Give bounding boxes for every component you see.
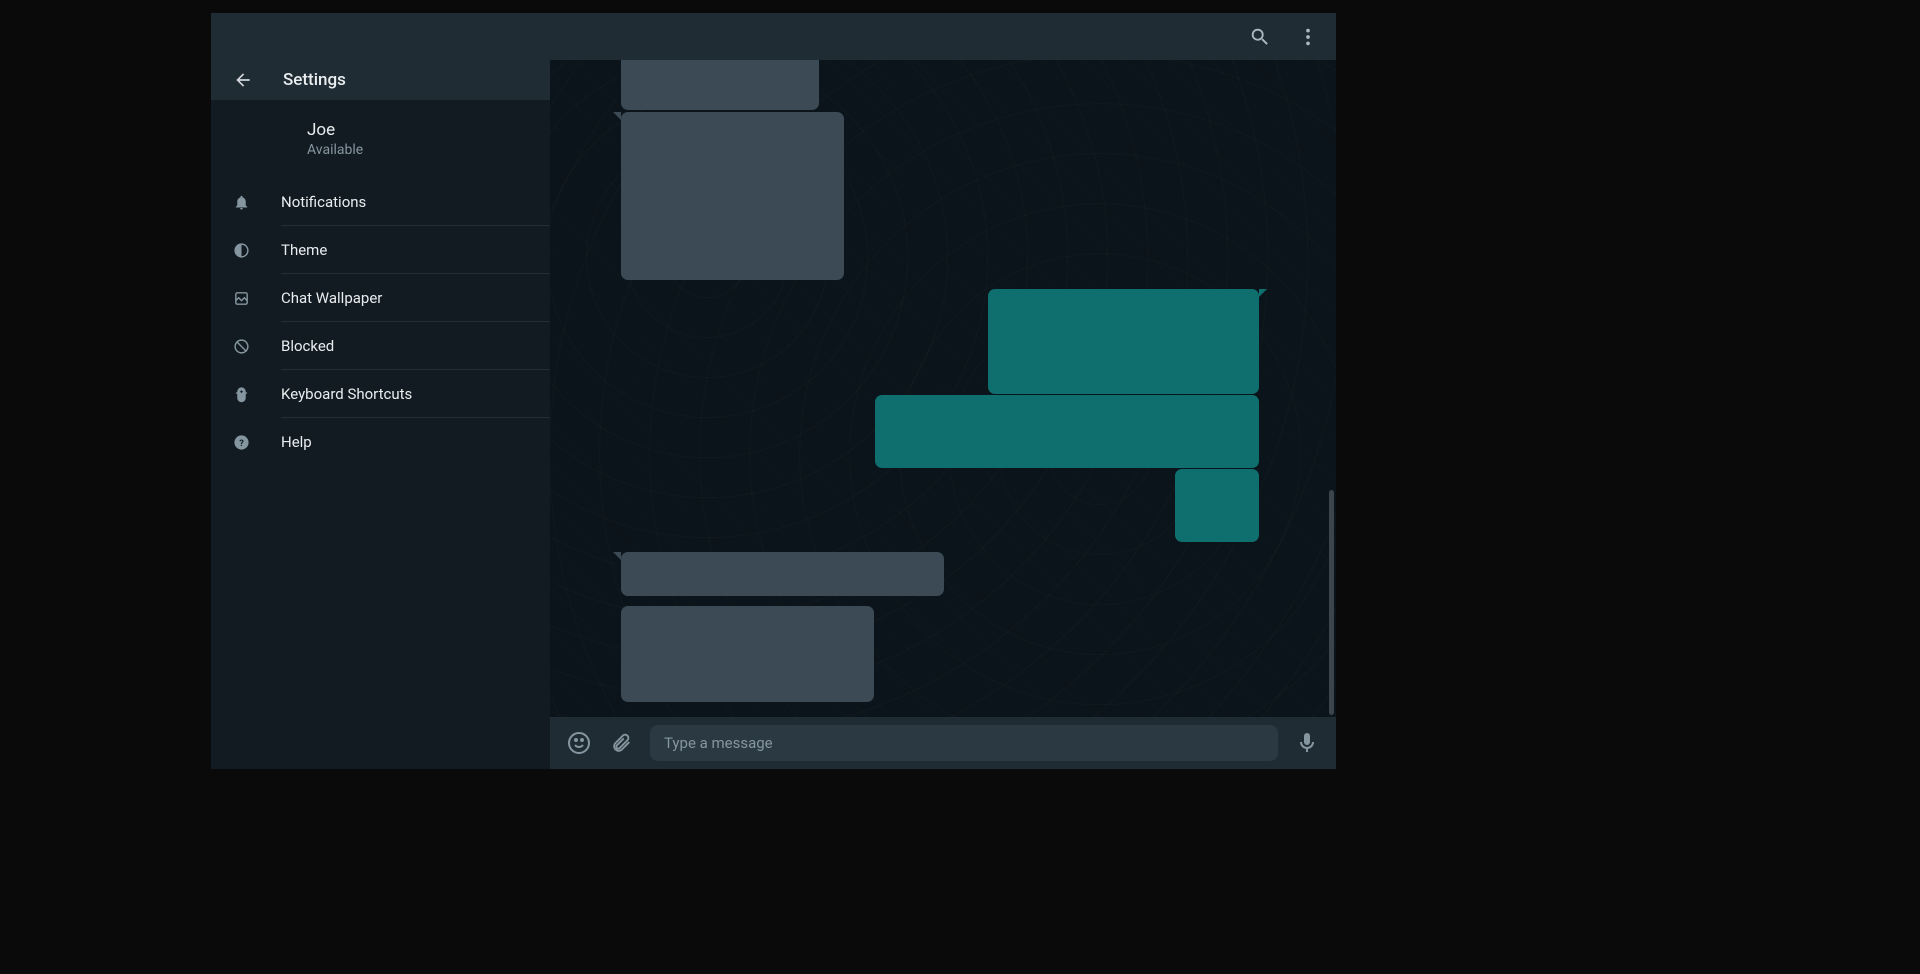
settings-item-notifications[interactable]: Notifications (211, 178, 550, 226)
profile-status: Available (307, 142, 550, 158)
attachment-icon[interactable] (608, 730, 634, 756)
settings-list: Notifications Theme Chat Wallpaper Block… (211, 178, 550, 466)
settings-item-help[interactable]: ? Help (211, 418, 550, 466)
settings-label: Keyboard Shortcuts (281, 385, 412, 403)
scrollbar[interactable] (1329, 490, 1334, 715)
settings-item-blocked[interactable]: Blocked (211, 322, 550, 370)
search-icon[interactable] (1248, 25, 1272, 49)
message-incoming[interactable] (621, 112, 844, 280)
wallpaper-icon (231, 288, 251, 308)
theme-icon (231, 240, 251, 260)
settings-title: Settings (283, 70, 346, 90)
message-incoming[interactable] (621, 606, 874, 702)
settings-label: Help (281, 433, 312, 451)
settings-label: Blocked (281, 337, 334, 355)
settings-sidebar: Settings Joe Available Notifications The… (211, 13, 550, 769)
svg-text:?: ? (239, 438, 244, 449)
keyboard-icon (231, 384, 251, 404)
blocked-icon (231, 336, 251, 356)
app-window: Settings Joe Available Notifications The… (211, 13, 1336, 769)
settings-item-keyboard[interactable]: Keyboard Shortcuts (211, 370, 550, 418)
chat-body (550, 60, 1336, 717)
sidebar-top-strip (211, 13, 550, 60)
settings-label: Notifications (281, 193, 366, 211)
settings-item-wallpaper[interactable]: Chat Wallpaper (211, 274, 550, 322)
settings-item-theme[interactable]: Theme (211, 226, 550, 274)
emoji-icon[interactable] (566, 730, 592, 756)
message-outgoing[interactable] (1175, 469, 1259, 542)
profile-block[interactable]: Joe Available (211, 100, 550, 178)
message-input[interactable] (650, 725, 1278, 761)
message-outgoing[interactable] (875, 395, 1259, 468)
settings-label: Theme (281, 241, 327, 259)
back-arrow-icon[interactable] (231, 68, 255, 92)
mic-icon[interactable] (1294, 730, 1320, 756)
composer (550, 717, 1336, 769)
help-icon: ? (231, 432, 251, 452)
settings-label: Chat Wallpaper (281, 289, 382, 307)
message-outgoing[interactable] (988, 289, 1259, 394)
settings-header: Settings (211, 60, 550, 100)
messages-layer (550, 60, 1336, 717)
chat-header (550, 13, 1336, 60)
message-incoming[interactable] (621, 60, 819, 110)
message-incoming[interactable] (621, 552, 944, 596)
profile-name: Joe (307, 120, 550, 140)
chat-panel (550, 13, 1336, 769)
bell-icon (231, 192, 251, 212)
menu-icon[interactable] (1296, 25, 1320, 49)
